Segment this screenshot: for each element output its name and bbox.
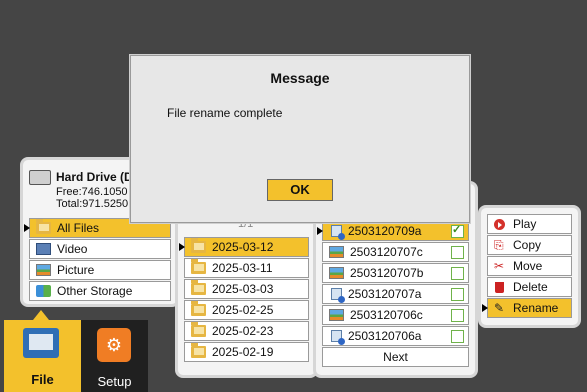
- drive-name: Hard Drive (D: [56, 170, 133, 184]
- drive-free: Free:746.1050: [56, 186, 128, 198]
- video-file-icon: [331, 225, 345, 240]
- ok-button[interactable]: OK: [267, 179, 333, 201]
- date-folder-item[interactable]: 2025-03-12: [179, 237, 309, 257]
- file-checkbox[interactable]: [451, 266, 464, 280]
- folder-icon: [191, 301, 206, 316]
- gear-icon: ⚙: [97, 328, 131, 362]
- file-item[interactable]: 2503120706a: [322, 326, 469, 346]
- date-folder-item[interactable]: 2025-02-25: [184, 300, 309, 320]
- video-file-icon: [331, 288, 345, 303]
- date-folder-item[interactable]: 2025-03-03: [184, 279, 309, 299]
- action-menu-panel: Play ⎘ Copy ✂ Move Delete ✎ Rename: [478, 205, 581, 328]
- file-icon-page: [29, 334, 53, 350]
- action-play[interactable]: Play: [487, 214, 572, 234]
- hard-drive-icon: [29, 170, 51, 185]
- tab-setup[interactable]: ⚙ Setup: [81, 320, 148, 392]
- rename-icon: ✎: [494, 301, 505, 315]
- action-delete[interactable]: Delete: [487, 277, 572, 297]
- category-video[interactable]: Video: [29, 239, 171, 259]
- selection-arrow-icon: [317, 227, 323, 235]
- tab-setup-label: Setup: [97, 374, 132, 389]
- date-folder-panel: 1/1 2025-03-12 2025-03-11 2025-03-03 202…: [175, 213, 318, 378]
- file-item[interactable]: 2503120707a: [322, 284, 469, 304]
- file-checkbox[interactable]: [451, 223, 464, 238]
- category-other-storage[interactable]: Other Storage: [29, 281, 171, 301]
- category-label: Other Storage: [57, 284, 133, 298]
- message-dialog: Message File rename complete OK: [130, 55, 470, 223]
- category-label: Picture: [57, 263, 95, 277]
- file-item[interactable]: 2503120709a: [317, 221, 469, 241]
- selection-arrow-icon: [24, 224, 30, 232]
- dialog-message: File rename complete: [167, 106, 283, 120]
- drive-total: Total:971.5250: [56, 198, 129, 210]
- date-folder-item[interactable]: 2025-02-23: [184, 321, 309, 341]
- image-file-icon: [329, 267, 344, 279]
- selection-arrow-icon: [482, 304, 488, 312]
- video-file-icon: [331, 330, 345, 345]
- action-rename[interactable]: ✎ Rename: [482, 298, 572, 318]
- picture-icon: [36, 264, 51, 276]
- date-folder-item[interactable]: 2025-03-11: [184, 258, 309, 278]
- folder-icon: [191, 343, 206, 358]
- file-checkbox[interactable]: [451, 308, 464, 322]
- tab-file[interactable]: File: [4, 320, 81, 392]
- image-file-icon: [329, 309, 344, 321]
- action-move[interactable]: ✂ Move: [487, 256, 572, 276]
- file-checkbox[interactable]: [451, 287, 464, 301]
- folder-icon: [191, 322, 206, 337]
- category-label: All Files: [57, 221, 100, 235]
- file-item[interactable]: 2503120707b: [322, 263, 469, 283]
- folder-icon: [191, 259, 206, 274]
- video-icon: [36, 243, 51, 255]
- scissors-icon: ✂: [494, 259, 505, 273]
- folder-icon: [191, 280, 206, 295]
- selection-arrow-icon: [179, 243, 185, 251]
- file-checkbox[interactable]: [451, 245, 464, 259]
- copy-icon: ⎘: [494, 237, 504, 252]
- tab-file-label: File: [31, 372, 54, 387]
- folder-icon: [36, 219, 51, 234]
- category-label: Video: [57, 242, 88, 256]
- next-button[interactable]: Next: [322, 347, 469, 367]
- category-picture[interactable]: Picture: [29, 260, 171, 280]
- action-copy[interactable]: ⎘ Copy: [487, 235, 572, 255]
- trash-icon: [495, 281, 504, 293]
- other-storage-icon: [36, 285, 51, 297]
- file-checkbox[interactable]: [451, 329, 464, 343]
- date-folder-item[interactable]: 2025-02-19: [184, 342, 309, 362]
- file-item[interactable]: 2503120706c: [322, 305, 469, 325]
- folder-icon: [191, 238, 206, 253]
- dialog-title: Message: [270, 70, 330, 86]
- image-file-icon: [329, 246, 344, 258]
- file-item[interactable]: 2503120707c: [322, 242, 469, 262]
- tab-file-pointer: [33, 310, 49, 320]
- next-label: Next: [383, 350, 408, 364]
- play-icon: [494, 218, 505, 230]
